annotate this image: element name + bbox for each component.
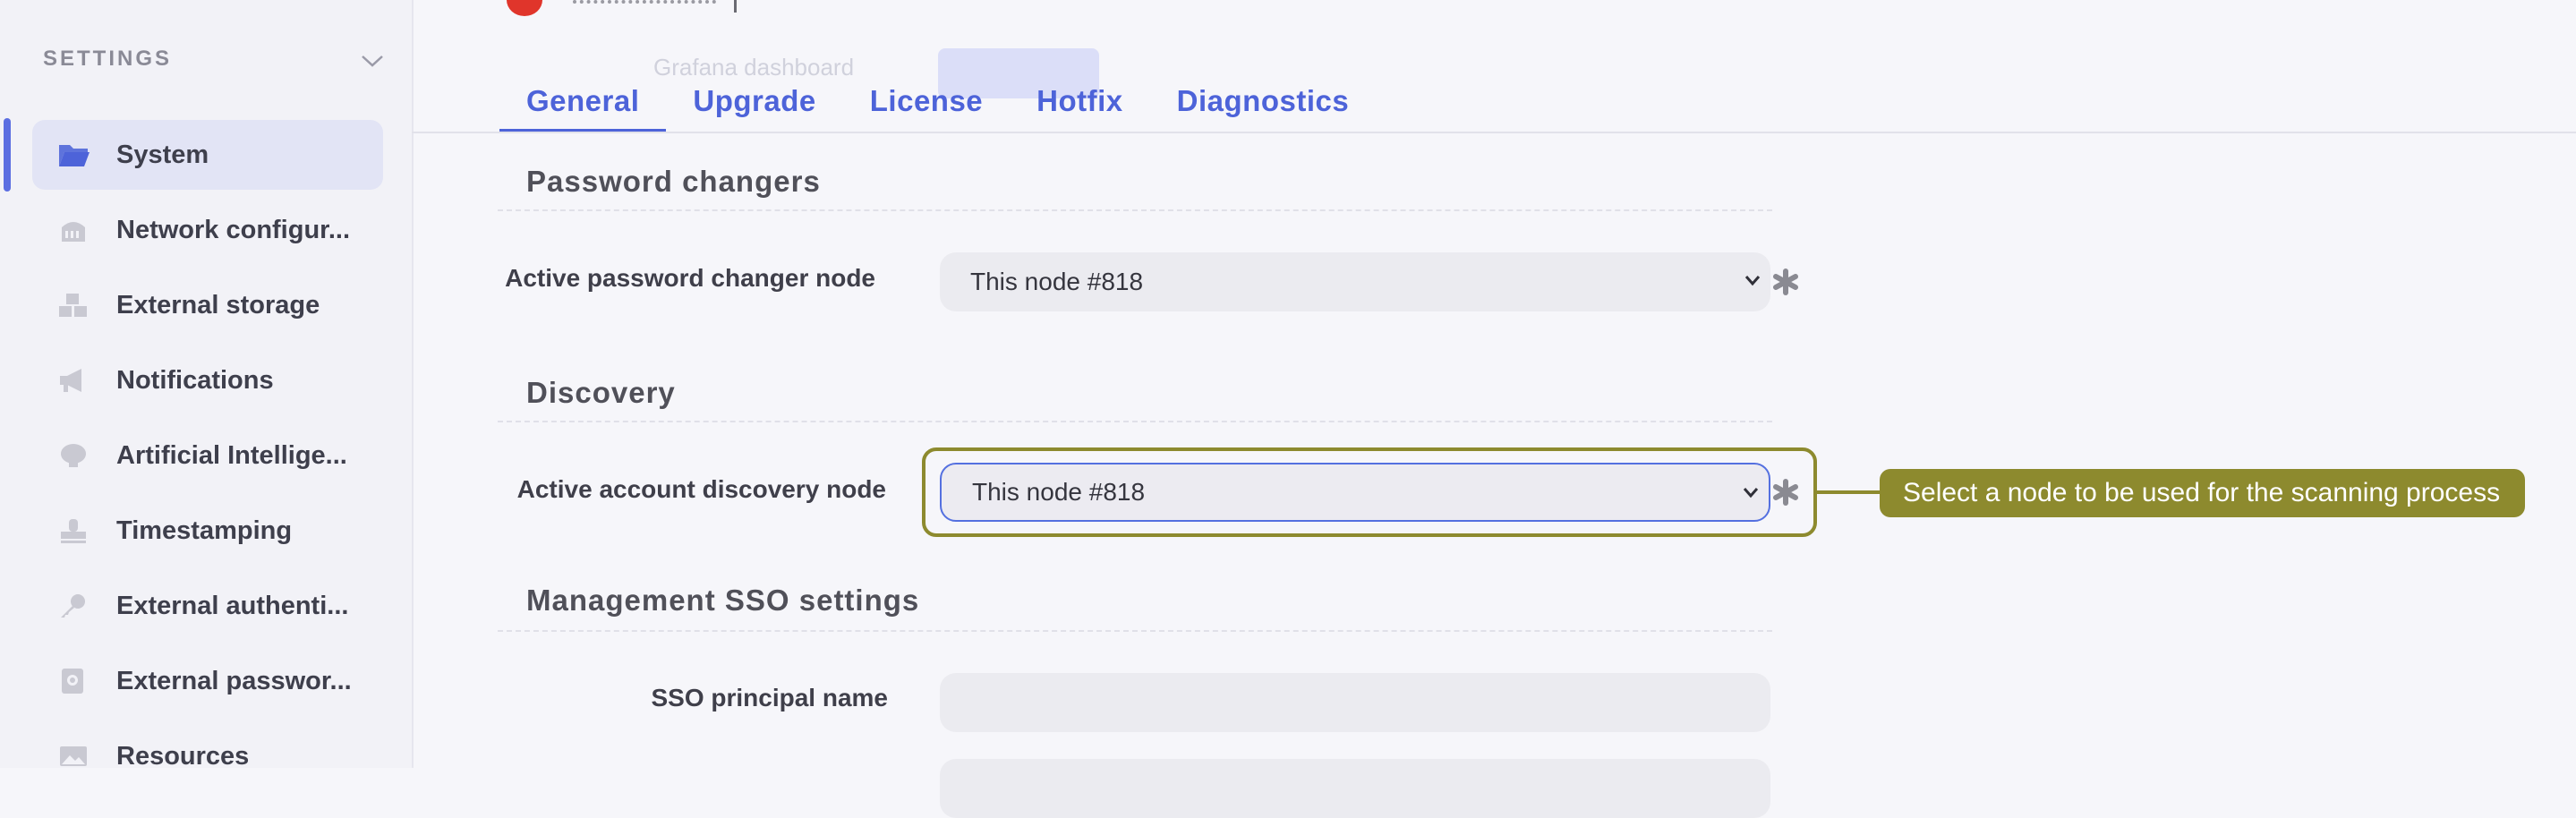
stamp-icon (54, 511, 93, 550)
settings-tabs: General Upgrade License Hotfix Diagnosti… (499, 73, 1376, 132)
sidebar-item-label: Resources (116, 741, 250, 771)
sidebar-item-label: System (116, 140, 209, 169)
sidebar-item-label: External storage (116, 290, 320, 320)
sidebar-item-external-auth[interactable]: External authenti... (32, 571, 383, 641)
tab-upgrade[interactable]: Upgrade (666, 73, 842, 132)
sidebar-item-external-storage[interactable]: External storage (32, 270, 383, 340)
key-icon (54, 586, 93, 626)
tab-license[interactable]: License (843, 73, 1010, 132)
discovery-node-select[interactable]: This node #818 (940, 463, 1770, 522)
tabs-divider (412, 132, 2576, 133)
sso-principal-input[interactable] (940, 673, 1770, 732)
password-changer-node-select[interactable]: This node #818 (940, 252, 1770, 311)
section-divider (498, 630, 1772, 632)
network-icon (54, 210, 93, 250)
sidebar-item-label: Notifications (116, 365, 274, 395)
sidebar-item-label: Artificial Intellige... (116, 440, 347, 470)
sidebar-item-label: Timestamping (116, 516, 293, 545)
sidebar-item-resources[interactable]: Resources (32, 721, 383, 791)
settings-sidebar: SETTINGS System Network configur... Exte… (0, 0, 414, 771)
discovery-node-label: Active account discovery node (516, 475, 886, 503)
section-divider (498, 209, 1772, 211)
section-title-sso: Management SSO settings (526, 584, 920, 617)
vault-icon (54, 661, 93, 701)
chevron-down-icon (1743, 488, 1759, 498)
active-indicator (4, 118, 11, 192)
select-value: This node #818 (970, 268, 1144, 295)
password-changer-label: Active password changer node (505, 264, 875, 292)
sidebar-item-timestamping[interactable]: Timestamping (32, 496, 383, 566)
sidebar-item-network[interactable]: Network configur... (32, 195, 383, 265)
sidebar-item-label: External passwor... (116, 666, 352, 695)
sidebar-item-system[interactable]: System (32, 120, 383, 190)
sidebar-item-label: External authenti... (116, 591, 349, 620)
section-divider (498, 421, 1772, 422)
section-title-discovery: Discovery (526, 376, 676, 409)
storage-boxes-icon (54, 285, 93, 325)
sidebar-item-external-password[interactable]: External passwor... (32, 646, 383, 716)
megaphone-icon (54, 361, 93, 400)
required-asterisk-icon (1773, 268, 1798, 295)
sidebar-header: SETTINGS (43, 47, 173, 71)
sso-principal-label: SSO principal name (651, 684, 888, 711)
sidebar-item-label: Network configur... (116, 215, 351, 244)
tab-diagnostics[interactable]: Diagnostics (1150, 73, 1377, 132)
folder-icon (54, 135, 93, 175)
brand-logo (507, 0, 542, 16)
select-value: This node #818 (972, 478, 1146, 506)
logo-divider (734, 0, 737, 13)
required-asterisk-icon (1773, 479, 1798, 506)
sidebar-item-notifications[interactable]: Notifications (32, 345, 383, 415)
brain-icon (54, 436, 93, 475)
tab-general[interactable]: General (499, 73, 667, 132)
image-icon (54, 737, 93, 776)
sidebar-item-ai[interactable]: Artificial Intellige... (32, 421, 383, 490)
help-tooltip: Select a node to be used for the scannin… (1880, 469, 2526, 517)
chevron-down-icon (1744, 276, 1761, 286)
chevron-down-icon[interactable] (360, 52, 385, 70)
brand-wordmark (573, 0, 716, 11)
tooltip-connector (1817, 490, 1881, 494)
tab-hotfix[interactable]: Hotfix (1010, 73, 1150, 132)
section-title-password-changers: Password changers (526, 165, 821, 198)
